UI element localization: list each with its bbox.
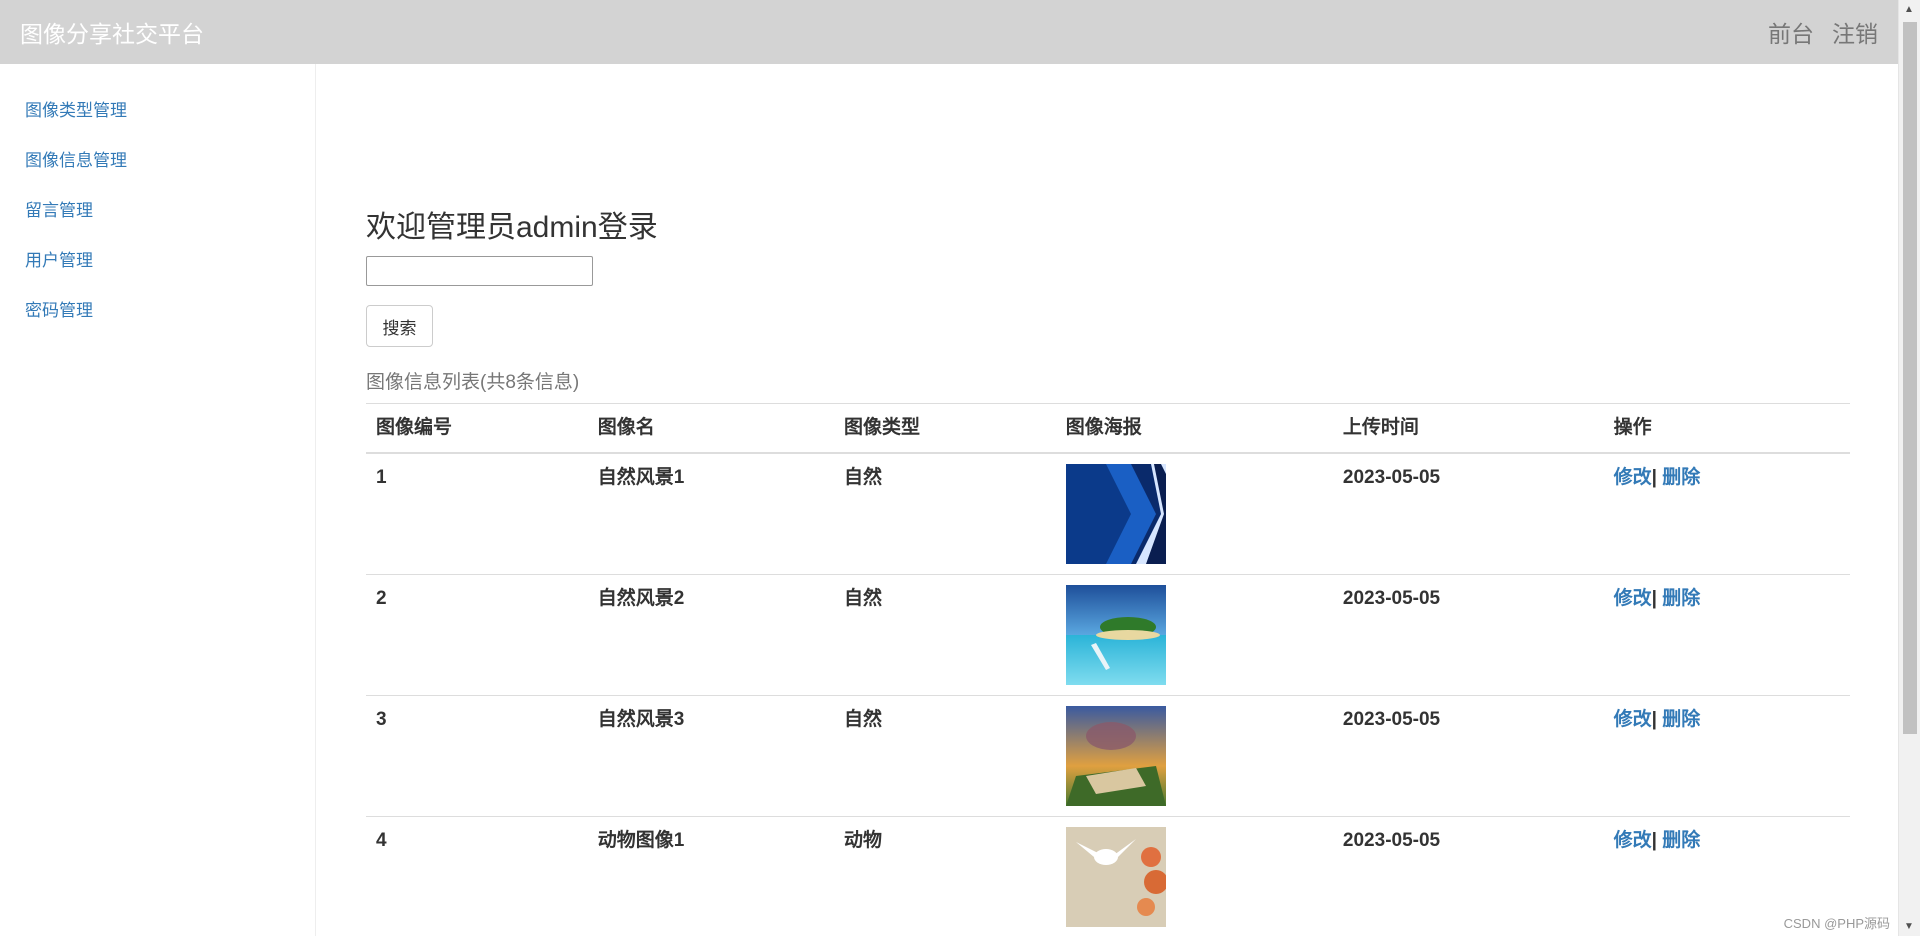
- sidebar-item-image-info[interactable]: 图像信息管理: [0, 150, 315, 200]
- edit-link[interactable]: 修改: [1614, 709, 1652, 730]
- cell-name: 自然风景2: [587, 574, 834, 696]
- table-row: 2 自然风景2 自然 2023-05-05 修改| 删除: [366, 574, 1850, 696]
- table-row: 1 自然风景1 自然 2023-05-05 修改| 删除: [366, 452, 1850, 575]
- edit-link[interactable]: 修改: [1614, 467, 1652, 488]
- main-content: 欢迎管理员admin登录 搜索 图像信息列表(共8条信息) 图像编号 图像名 图…: [366, 64, 1850, 938]
- action-separator: |: [1651, 467, 1657, 488]
- logout-link[interactable]: 注销: [1832, 15, 1878, 49]
- cell-date: 2023-05-05: [1332, 695, 1604, 817]
- cell-poster: [1055, 816, 1333, 938]
- cell-name: 动物图像1: [587, 816, 834, 938]
- image-table: 图像编号 图像名 图像类型 图像海报 上传时间 操作 1 自然风景1 自然 20…: [366, 403, 1850, 938]
- top-navbar: 图像分享社交平台 前台 注销: [0, 0, 1898, 64]
- column-header-type: 图像类型: [833, 403, 1056, 454]
- cell-id: 2: [366, 574, 588, 696]
- column-header-actions: 操作: [1603, 403, 1850, 454]
- cell-poster: [1055, 574, 1333, 696]
- table-caption: 图像信息列表(共8条信息): [366, 372, 580, 393]
- sidebar: 图像类型管理 图像信息管理 留言管理 用户管理 密码管理: [0, 64, 316, 936]
- action-separator: |: [1651, 588, 1657, 609]
- column-header-name: 图像名: [587, 403, 834, 454]
- cell-date: 2023-05-05: [1332, 816, 1604, 938]
- column-header-id: 图像编号: [366, 403, 588, 454]
- action-separator: |: [1651, 709, 1657, 730]
- sidebar-item-users[interactable]: 用户管理: [0, 250, 315, 300]
- cell-name: 自然风景1: [587, 452, 834, 575]
- column-header-poster: 图像海报: [1055, 403, 1333, 454]
- cell-id: 4: [366, 816, 588, 938]
- top-nav-links: 前台 注销: [1768, 15, 1878, 49]
- cell-name: 自然风景3: [587, 695, 834, 817]
- search-input[interactable]: [366, 256, 593, 286]
- cell-date: 2023-05-05: [1332, 574, 1604, 696]
- cell-type: 自然: [833, 574, 1056, 696]
- edit-link[interactable]: 修改: [1614, 830, 1652, 851]
- poster-thumbnail: [1065, 706, 1166, 806]
- brand-title[interactable]: 图像分享社交平台: [20, 15, 204, 49]
- cell-actions: 修改| 删除: [1603, 452, 1850, 575]
- cell-type: 自然: [833, 452, 1056, 575]
- column-header-date: 上传时间: [1332, 403, 1604, 454]
- edit-link[interactable]: 修改: [1614, 588, 1652, 609]
- scroll-thumb[interactable]: [1903, 22, 1917, 734]
- delete-link[interactable]: 删除: [1662, 588, 1700, 609]
- welcome-heading: 欢迎管理员admin登录: [366, 211, 658, 244]
- scroll-up-icon[interactable]: ▲: [1904, 4, 1914, 15]
- cell-type: 自然: [833, 695, 1056, 817]
- table-header-row: 图像编号 图像名 图像类型 图像海报 上传时间 操作: [366, 403, 1850, 454]
- action-separator: |: [1651, 830, 1657, 851]
- poster-thumbnail: [1065, 585, 1166, 685]
- cell-type: 动物: [833, 816, 1056, 938]
- sidebar-item-messages[interactable]: 留言管理: [0, 200, 315, 250]
- cell-id: 3: [366, 695, 588, 817]
- vertical-scrollbar[interactable]: ▲ ▼: [1898, 0, 1920, 936]
- cell-id: 1: [366, 452, 588, 575]
- poster-thumbnail: [1065, 464, 1166, 564]
- sidebar-item-image-type[interactable]: 图像类型管理: [0, 100, 315, 150]
- cell-poster: [1055, 452, 1333, 575]
- watermark: CSDN @PHP源码: [1783, 916, 1890, 931]
- cell-date: 2023-05-05: [1332, 452, 1604, 575]
- cell-poster: [1055, 695, 1333, 817]
- search-button[interactable]: 搜索: [366, 305, 433, 347]
- delete-link[interactable]: 删除: [1662, 467, 1700, 488]
- delete-link[interactable]: 删除: [1662, 709, 1700, 730]
- cell-actions: 修改| 删除: [1603, 574, 1850, 696]
- poster-thumbnail: [1065, 827, 1166, 927]
- frontend-link[interactable]: 前台: [1768, 15, 1814, 49]
- sidebar-item-password[interactable]: 密码管理: [0, 300, 315, 350]
- delete-link[interactable]: 删除: [1662, 830, 1700, 851]
- table-row: 4 动物图像1 动物 2023-05-05 修改| 删除: [366, 816, 1850, 938]
- table-row: 3 自然风景3 自然 2023-05-05 修改| 删除: [366, 695, 1850, 817]
- scroll-down-icon[interactable]: ▼: [1904, 921, 1914, 932]
- cell-actions: 修改| 删除: [1603, 695, 1850, 817]
